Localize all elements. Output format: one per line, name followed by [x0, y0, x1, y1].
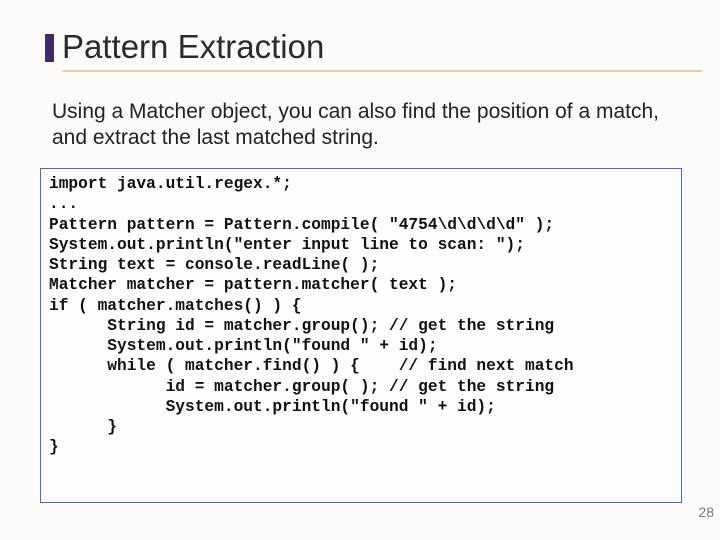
title-underline [62, 70, 702, 72]
slide: Pattern Extraction Using a Matcher objec… [0, 0, 720, 540]
title-accent-bar [44, 33, 55, 63]
code-snippet: import java.util.regex.*; ... Pattern pa… [49, 174, 673, 458]
page-number: 28 [698, 504, 714, 520]
slide-title: Pattern Extraction [62, 28, 324, 66]
body-text: Using a Matcher object, you can also fin… [52, 99, 662, 152]
code-box: import java.util.regex.*; ... Pattern pa… [40, 168, 682, 503]
